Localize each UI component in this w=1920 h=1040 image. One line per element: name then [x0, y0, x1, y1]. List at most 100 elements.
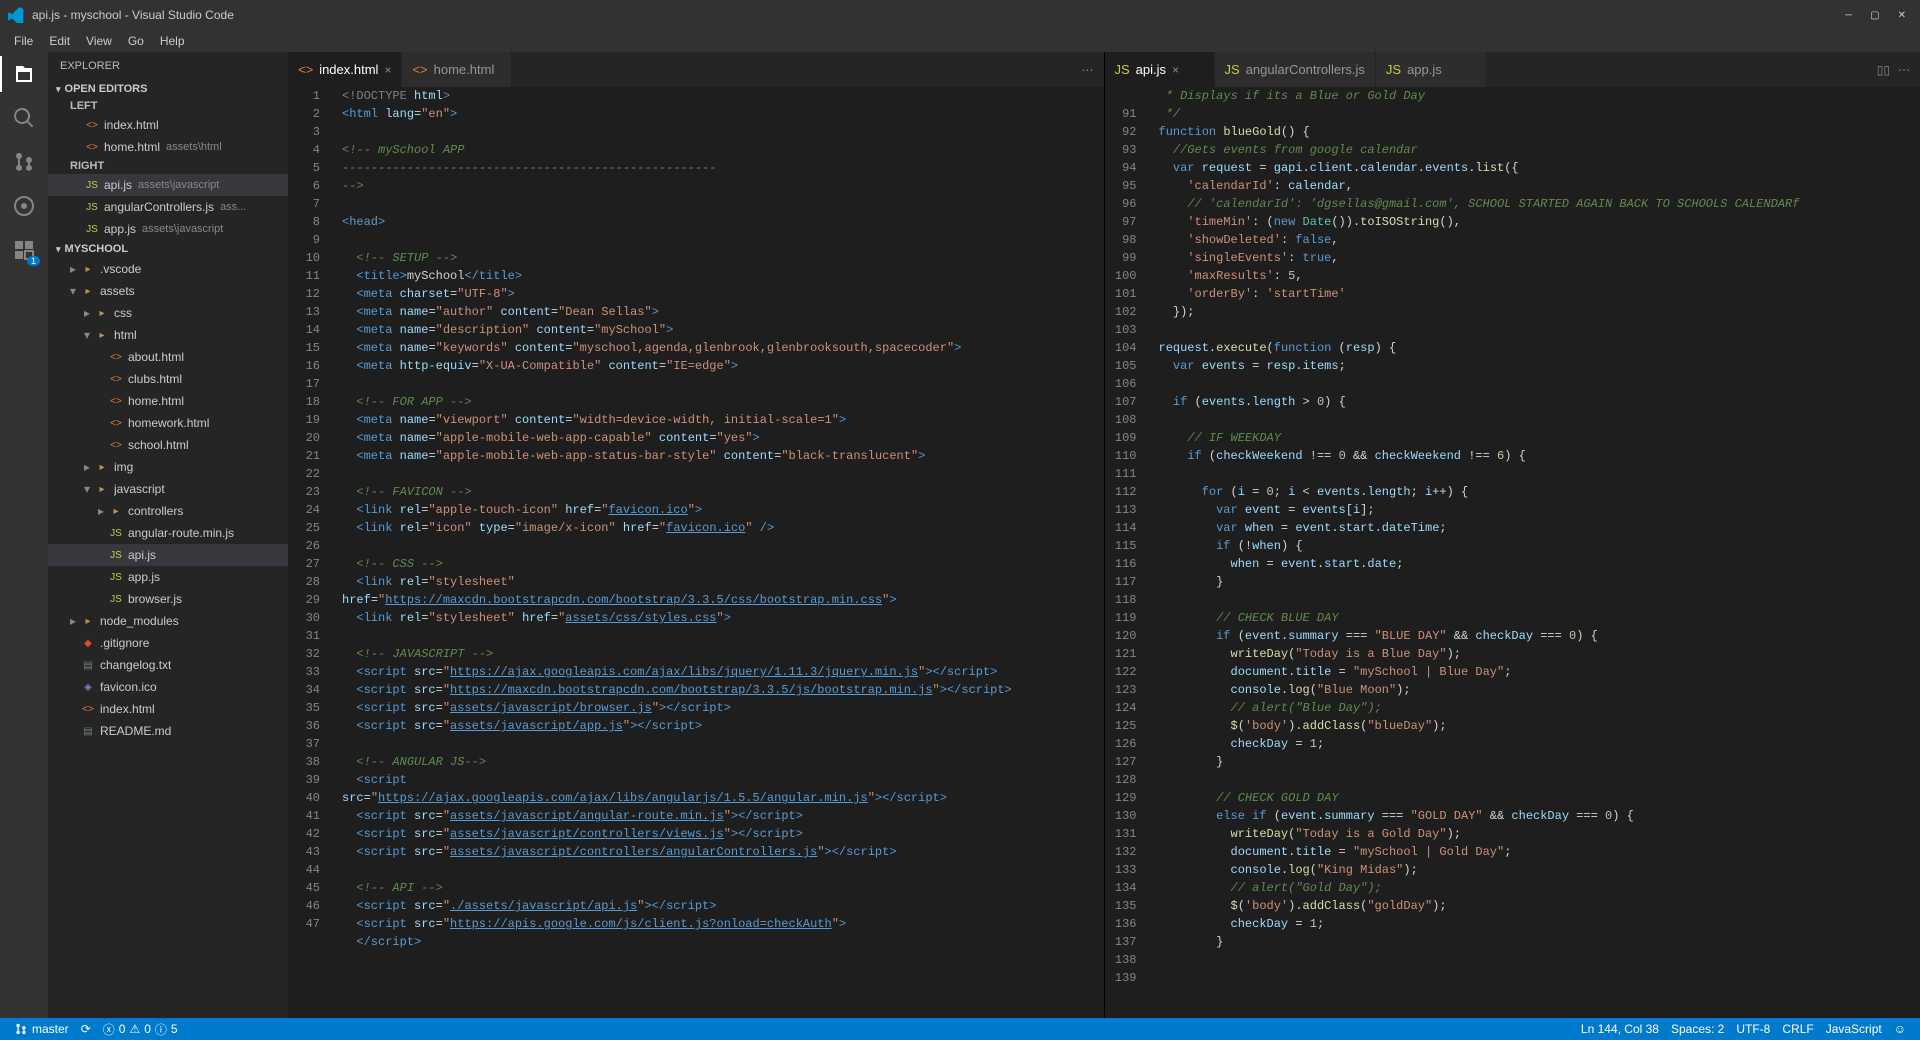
close-icon[interactable]: × [1172, 63, 1179, 77]
tree-item[interactable]: JSapi.js [48, 544, 288, 566]
code-left[interactable]: <!DOCTYPE html> <html lang="en"> <!-- my… [338, 87, 1104, 1018]
tree-item[interactable]: <>about.html [48, 346, 288, 368]
menu-file[interactable]: File [6, 32, 41, 50]
tab[interactable]: JSangularControllers.js [1215, 52, 1376, 87]
tree-item[interactable]: <>clubs.html [48, 368, 288, 390]
menu-edit[interactable]: Edit [41, 32, 78, 50]
folder-icon: ▸ [94, 305, 110, 321]
close-icon[interactable]: × [384, 63, 391, 77]
html-icon: <> [108, 371, 124, 387]
error-icon: ⓧ [103, 1021, 115, 1038]
more-icon[interactable]: ⋯ [1898, 63, 1910, 77]
group-left-label: LEFT [48, 98, 288, 114]
git-branch[interactable]: master [8, 1022, 75, 1036]
tree-item[interactable]: ▸▸node_modules [48, 610, 288, 632]
indent[interactable]: Spaces: 2 [1665, 1022, 1730, 1036]
tree-item[interactable]: ▤README.md [48, 720, 288, 742]
tree-item[interactable]: ▾▸javascript [48, 478, 288, 500]
tree-item[interactable]: JSbrowser.js [48, 588, 288, 610]
chevron-icon: ▸ [70, 614, 80, 628]
tree-item[interactable]: <>school.html [48, 434, 288, 456]
statusbar: master ⟳ ⓧ0 ⚠0 ⓘ5 Ln 144, Col 38 Spaces:… [0, 1018, 1920, 1040]
git-icon: ◆ [80, 635, 96, 651]
js-icon: JS [108, 591, 124, 607]
tree-item[interactable]: <>homework.html [48, 412, 288, 434]
html-icon: <> [84, 117, 100, 133]
js-icon: JS [108, 569, 124, 585]
sync-icon[interactable]: ⟳ [75, 1022, 97, 1036]
chevron-icon: ▸ [98, 504, 108, 518]
open-editor-item[interactable]: JSapp.jsassets\javascript [48, 218, 288, 240]
window-controls: ─ ▢ ✕ [1845, 10, 1912, 21]
encoding[interactable]: UTF-8 [1730, 1022, 1776, 1036]
maximize-button[interactable]: ▢ [1870, 10, 1879, 21]
tree-item[interactable]: <>home.html [48, 390, 288, 412]
img-icon: ◈ [80, 679, 96, 695]
tab[interactable]: JSapi.js× [1105, 52, 1215, 87]
cursor-position[interactable]: Ln 144, Col 38 [1575, 1022, 1665, 1036]
chevron-icon: ▸ [70, 262, 80, 276]
tree-item[interactable]: JSapp.js [48, 566, 288, 588]
folder-icon: ▸ [94, 481, 110, 497]
html-icon: <> [108, 437, 124, 453]
tree-item[interactable]: ▤changelog.txt [48, 654, 288, 676]
code-right[interactable]: * Displays if its a Blue or Gold Day */ … [1155, 87, 1920, 1018]
minimize-button[interactable]: ─ [1845, 10, 1852, 21]
tree-item[interactable]: ▸▸.vscode [48, 258, 288, 280]
tree-item[interactable]: ◆.gitignore [48, 632, 288, 654]
project-header[interactable]: MYSCHOOL [48, 240, 288, 258]
tree-item[interactable]: JSangular-route.min.js [48, 522, 288, 544]
js-icon: JS [84, 221, 100, 237]
tree-item[interactable]: ▸▸css [48, 302, 288, 324]
group-right-label: RIGHT [48, 158, 288, 174]
tab[interactable]: JSapp.js [1376, 52, 1486, 87]
warning-icon: ⚠ [129, 1022, 140, 1036]
language-mode[interactable]: JavaScript [1820, 1022, 1888, 1036]
close-button[interactable]: ✕ [1898, 10, 1906, 21]
menubar: File Edit View Go Help [0, 30, 1920, 52]
html-icon: <> [84, 139, 100, 155]
open-editor-item[interactable]: JSangularControllers.jsass... [48, 196, 288, 218]
open-editor-item[interactable]: <>index.html [48, 114, 288, 136]
tree-item[interactable]: ▾▸assets [48, 280, 288, 302]
tree-item[interactable]: ▸▸controllers [48, 500, 288, 522]
js-icon: JS [108, 525, 124, 541]
folder-icon: ▸ [80, 283, 96, 299]
tree-item[interactable]: <>index.html [48, 698, 288, 720]
open-editor-item[interactable]: JSapi.jsassets\javascript [48, 174, 288, 196]
tab[interactable]: <>home.html [402, 52, 512, 87]
activitybar: 1 [0, 52, 48, 1018]
info-icon: ⓘ [155, 1021, 167, 1038]
extensions-icon[interactable]: 1 [12, 238, 36, 262]
menu-go[interactable]: Go [120, 32, 152, 50]
html-icon: <> [108, 393, 124, 409]
eol[interactable]: CRLF [1776, 1022, 1819, 1036]
open-editors-header[interactable]: OPEN EDITORS [48, 80, 288, 98]
chevron-icon: ▸ [84, 306, 94, 320]
branch-icon [14, 1022, 28, 1036]
tree-item[interactable]: ▸▸img [48, 456, 288, 478]
html-icon: <> [108, 415, 124, 431]
tree-item[interactable]: ▾▸html [48, 324, 288, 346]
open-editor-item[interactable]: <>home.htmlassets\html [48, 136, 288, 158]
source-control-icon[interactable] [12, 150, 36, 174]
tree-item[interactable]: ◈favicon.ico [48, 676, 288, 698]
js-icon: JS [108, 547, 124, 563]
feedback-icon[interactable]: ☺ [1888, 1022, 1912, 1036]
explorer-icon[interactable] [12, 62, 36, 86]
split-editor-icon[interactable]: ▯▯ [1877, 63, 1890, 77]
tab[interactable]: <>index.html× [288, 52, 402, 87]
folder-icon: ▸ [80, 613, 96, 629]
tab-actions-right: ▯▯ ⋯ [1867, 52, 1920, 87]
search-icon[interactable] [12, 106, 36, 130]
tabbar-right: JSapi.js×JSangularControllers.jsJSapp.js… [1105, 52, 1920, 87]
vscode-logo-icon [8, 7, 24, 23]
html-icon: <> [298, 62, 313, 77]
problems[interactable]: ⓧ0 ⚠0 ⓘ5 [97, 1021, 184, 1038]
html-icon: <> [108, 349, 124, 365]
menu-help[interactable]: Help [152, 32, 193, 50]
gutter-right: 91 92 93 94 95 96 97 98 99 100 101 102 1… [1105, 87, 1155, 1018]
menu-view[interactable]: View [78, 32, 120, 50]
more-icon[interactable]: ⋯ [1082, 63, 1094, 77]
debug-icon[interactable] [12, 194, 36, 218]
